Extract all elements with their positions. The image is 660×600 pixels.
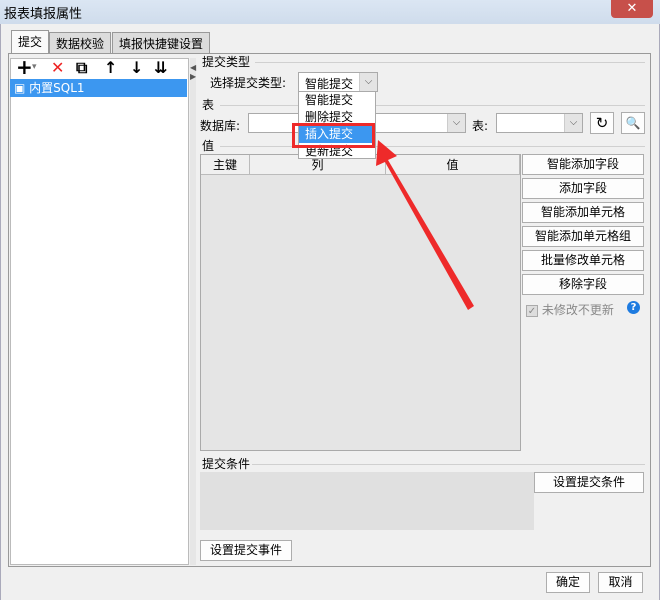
annotation-arrow bbox=[376, 140, 474, 310]
